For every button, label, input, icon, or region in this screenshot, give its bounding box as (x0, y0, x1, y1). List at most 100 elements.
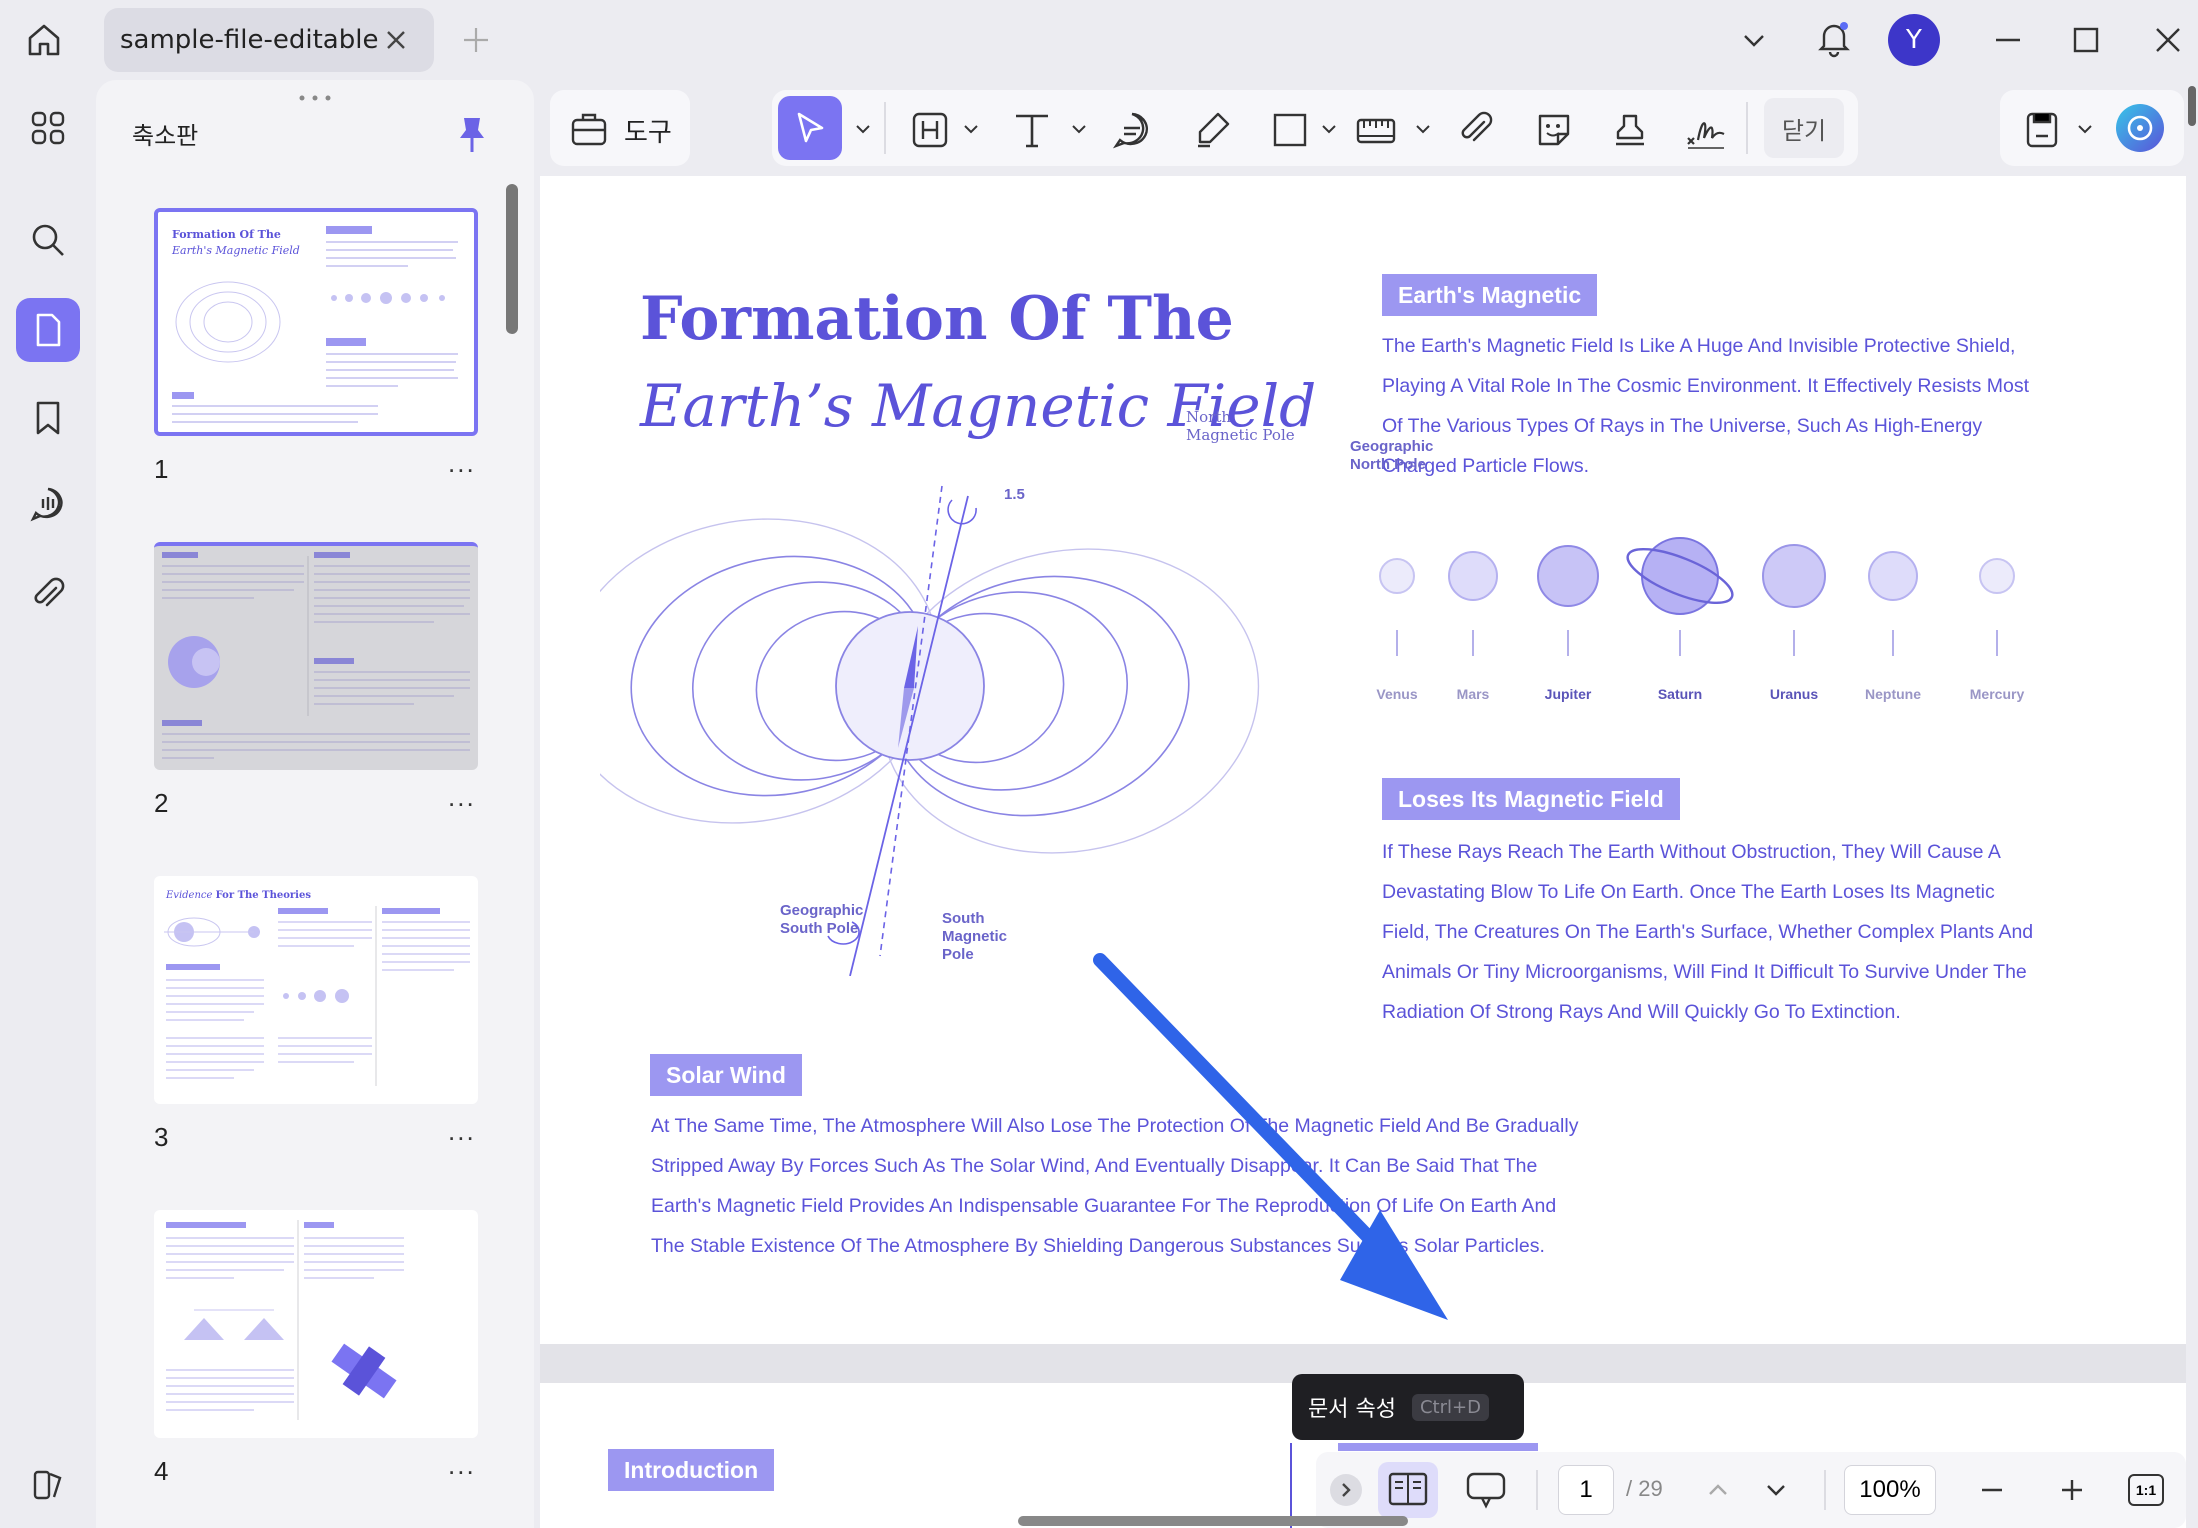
cursor-arrow-icon (797, 112, 824, 143)
page-thumbnail-1[interactable]: Formation Of The Earth's Magnetic Field (154, 208, 478, 436)
panel-drag-handle[interactable] (298, 88, 332, 101)
pin-icon[interactable] (454, 114, 490, 154)
chevron-down-icon[interactable] (1320, 122, 1338, 136)
toolbox-icon (571, 113, 607, 146)
close-tools-button[interactable]: 닫기 (1764, 98, 1844, 158)
document-properties-button[interactable] (1378, 1462, 1438, 1518)
uranus-planet (1762, 544, 1826, 608)
label-geographic-south-pole: Geographic South Pole (780, 902, 864, 937)
text-tool-icon[interactable] (1010, 108, 1054, 152)
comments-icon[interactable] (16, 472, 80, 536)
bookmark-icon[interactable] (16, 386, 80, 450)
expand-arrow-icon[interactable] (1330, 1474, 1362, 1506)
section-heading-solar-wind: Solar Wind (650, 1054, 802, 1096)
presentation-icon[interactable] (1462, 1466, 1510, 1514)
close-tab-icon[interactable] (380, 24, 412, 56)
ui-panel-icon[interactable] (16, 1452, 80, 1516)
zoom-out-icon[interactable] (1976, 1474, 2008, 1506)
tab-title: sample-file-editable (120, 25, 379, 55)
app-window: sample-file-editable Y 축소판 Formation Of … (0, 0, 2198, 1528)
new-tab-icon[interactable] (458, 22, 494, 58)
shape-tool-icon[interactable] (1268, 108, 1312, 152)
section-heading-loses-magnetic-field: Loses Its Magnetic Field (1382, 778, 1680, 820)
home-icon[interactable] (22, 18, 66, 62)
apps-grid-icon[interactable] (16, 96, 80, 160)
maximize-icon[interactable] (2068, 22, 2104, 58)
venus-planet (1379, 558, 1415, 594)
planet-label-mars: Mars (1456, 686, 1490, 702)
search-icon[interactable] (16, 208, 80, 272)
document-area: 도구 닫기 Formation Of The Earth’s Magnetic … (540, 80, 2198, 1528)
svg-text:Evidence For The Theories: Evidence For The Theories (165, 890, 311, 901)
mercury-planet (1979, 558, 2015, 594)
thumbnails-page-icon[interactable] (16, 298, 80, 362)
thumbnail-page-number: 3 (154, 1122, 169, 1152)
chevron-down-icon[interactable] (2076, 122, 2094, 136)
save-icon[interactable] (2020, 108, 2064, 152)
thumbnail-scrollbar[interactable] (506, 184, 518, 334)
thumbnail-page-number: 2 (154, 788, 169, 818)
highlighter-tool-icon[interactable] (1190, 108, 1234, 152)
planet-label-saturn: Saturn (1657, 686, 1703, 702)
jupiter-planet (1537, 545, 1599, 607)
section-heading-introduction: Introduction (608, 1449, 775, 1491)
heading-tool-icon[interactable] (908, 108, 952, 152)
section-heading-earths-magnetic: Earth's Magnetic (1382, 274, 1598, 316)
thumbnail-more-button[interactable]: ... (448, 448, 476, 479)
measure-tool-icon[interactable] (1354, 108, 1398, 152)
paragraph-line: If These Rays Reach The Earth Without Ob… (1382, 841, 2001, 863)
page-thumbnail-4[interactable] (154, 1210, 478, 1438)
user-avatar[interactable]: Y (1888, 14, 1940, 66)
planets-illustration (1379, 537, 2015, 656)
page-thumbnail-2[interactable] (154, 542, 478, 770)
paperclip-icon[interactable] (1454, 108, 1498, 152)
paragraph-line: Devastating Blow To Life On Earth. Once … (1382, 881, 1995, 903)
thumbnail-more-button[interactable]: ... (448, 782, 476, 813)
zoom-in-icon[interactable] (2056, 1474, 2088, 1506)
thumbnail-more-button[interactable]: ... (448, 1116, 476, 1147)
tool-strip: 닫기 (772, 90, 1858, 166)
ai-assistant-icon[interactable] (2116, 104, 2164, 152)
previous-page-icon[interactable] (1702, 1474, 1734, 1506)
signature-icon[interactable] (1684, 108, 1728, 152)
chevron-down-icon[interactable] (854, 122, 872, 136)
planet-label-uranus: Uranus (1769, 686, 1819, 702)
zoom-level-input[interactable]: 100% (1844, 1465, 1936, 1515)
tools-button[interactable]: 도구 (550, 90, 690, 166)
actual-size-button[interactable]: 1:1 (2128, 1474, 2164, 1506)
chevron-down-icon[interactable] (1414, 122, 1432, 136)
vertical-scroll-track[interactable] (2186, 80, 2198, 1528)
page-thumbnail-3[interactable]: Evidence For The Theories (154, 876, 478, 1104)
label-south-magnetic-pole: South Magnetic Pole (942, 910, 1008, 963)
bottom-navigation-bar: 1 / 29 100% 1:1 (1316, 1452, 2186, 1528)
sticker-icon[interactable] (1532, 108, 1576, 152)
page-number-input[interactable]: 1 (1558, 1465, 1614, 1515)
svg-text:Earth's Magnetic Field: Earth's Magnetic Field (171, 244, 300, 257)
select-tool-button[interactable] (778, 96, 842, 160)
notification-bell-icon[interactable] (1812, 16, 1856, 60)
thumbnail-more-button[interactable]: ... (448, 1450, 476, 1481)
chevron-down-icon[interactable] (1736, 22, 1772, 58)
title-bar: sample-file-editable Y (0, 0, 2198, 80)
next-page-icon[interactable] (1760, 1474, 1792, 1506)
chevron-down-icon[interactable] (1070, 122, 1088, 136)
document-tab[interactable]: sample-file-editable (104, 8, 434, 72)
stamp-icon[interactable] (1608, 108, 1652, 152)
magnetic-field-diagram (600, 485, 1260, 976)
vertical-scroll-thumb[interactable] (2188, 86, 2196, 126)
thumbnail-page-number: 1 (154, 454, 169, 484)
paragraph-line: Charged Particle Flows. (1382, 455, 1589, 477)
bottombar-divider (1536, 1470, 1538, 1510)
minimize-icon[interactable] (1990, 22, 2026, 58)
toolbar-divider (1746, 102, 1748, 154)
chevron-down-icon[interactable] (962, 122, 980, 136)
attachment-icon[interactable] (16, 562, 80, 626)
paragraph-line: The Earth's Magnetic Field Is Like A Hug… (1382, 335, 2016, 357)
book-open-icon (1388, 1472, 1428, 1506)
paragraph-line: Of The Various Types Of Rays in The Univ… (1382, 415, 1983, 437)
page2-heading-bar (1338, 1443, 1538, 1451)
horizontal-scrollbar[interactable] (1018, 1516, 1408, 1526)
close-window-icon[interactable] (2150, 22, 2186, 58)
comment-tool-icon[interactable] (1110, 108, 1154, 152)
neptune-planet (1868, 551, 1918, 601)
